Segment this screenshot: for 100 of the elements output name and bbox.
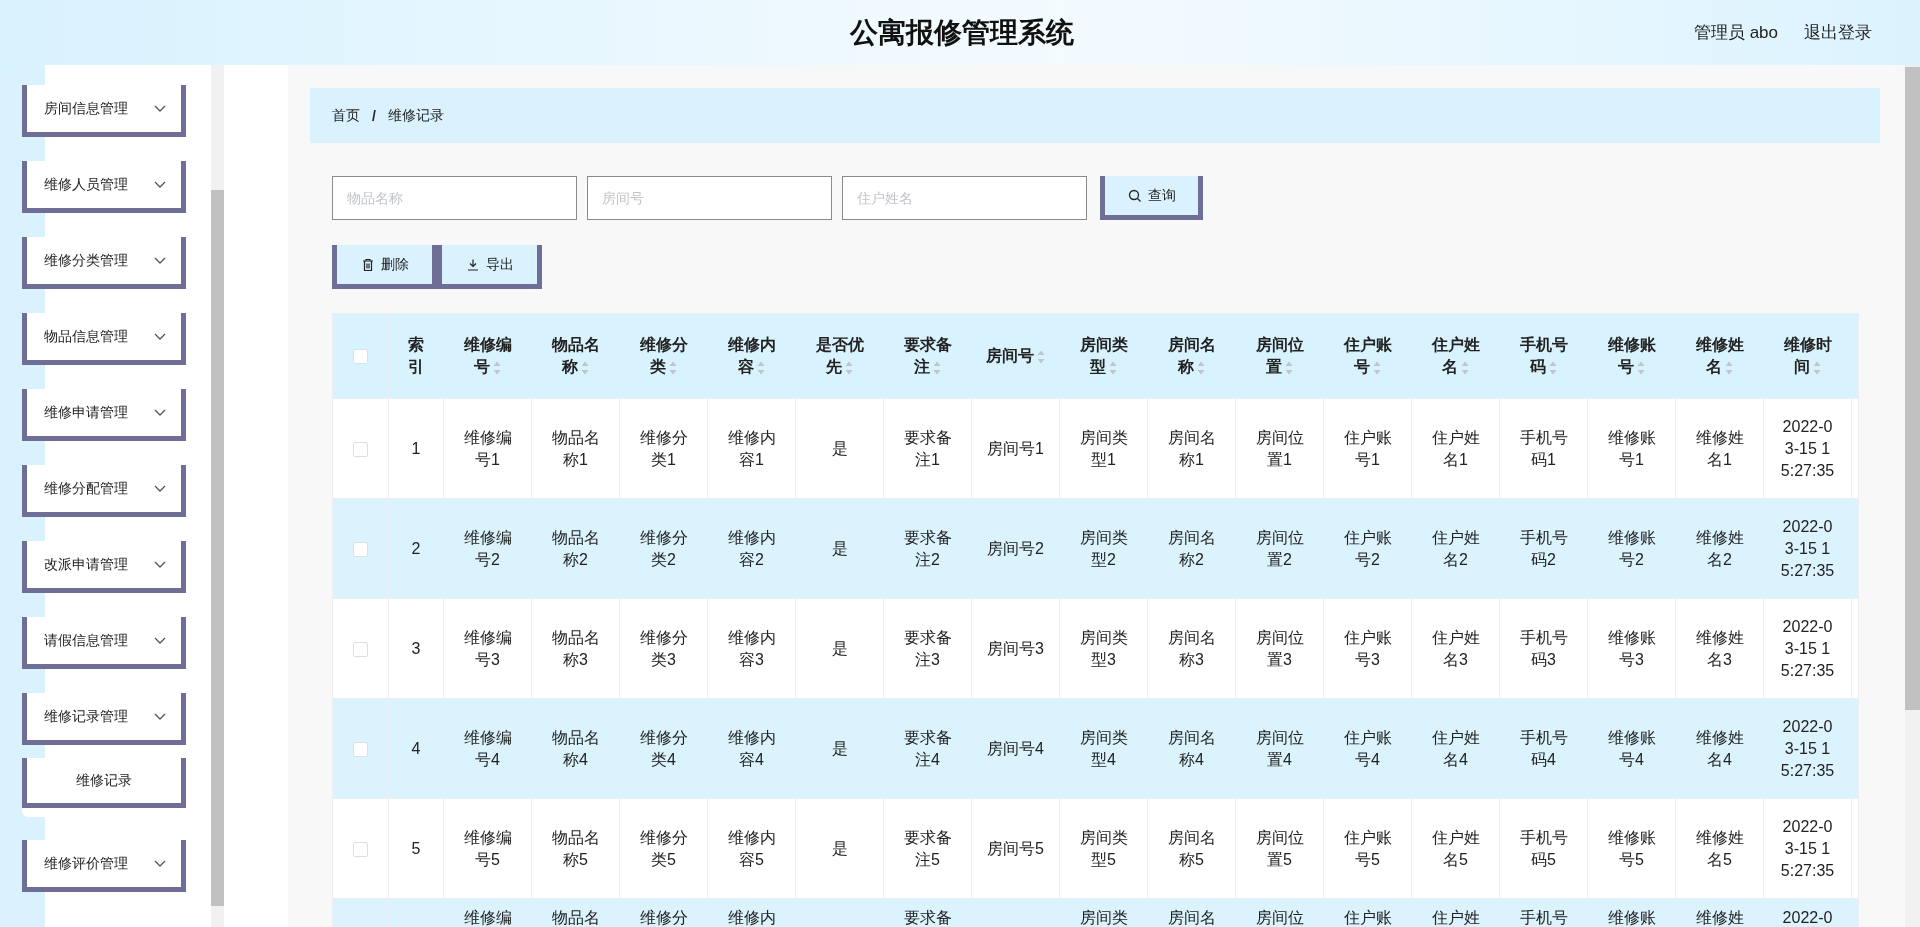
table-cell: 房间名称5 [1147, 798, 1236, 899]
table-cell: 维修账号4 [1587, 698, 1676, 799]
table-cell: 房间类型3 [1059, 598, 1148, 699]
table-cell: 住户账号1 [1323, 398, 1412, 499]
search-field[interactable]: 房间号 [587, 176, 832, 220]
table-cell: 住户姓名3 [1411, 598, 1500, 699]
checkbox[interactable] [353, 441, 368, 457]
table-cell: 房间号3 [971, 598, 1060, 699]
table-cell: 维修编 [443, 898, 532, 927]
table-cell: 维修编号5 [443, 798, 532, 899]
export-button[interactable]: 导出 [437, 245, 542, 289]
submenu-item[interactable]: 维修记录 [22, 758, 186, 808]
column-header[interactable]: 物品名称 [531, 313, 620, 399]
column-header[interactable]: 维修分类 [619, 313, 708, 399]
table-cell: 维修账号1 [1587, 398, 1676, 499]
menu-item[interactable]: 维修记录管理 [22, 693, 186, 745]
table-cell: 房间类型1 [1059, 398, 1148, 499]
table-cell: 5 [388, 798, 444, 899]
column-header[interactable]: 维修账号 [1587, 313, 1676, 399]
column-header[interactable]: 要求备注 [883, 313, 972, 399]
column-header[interactable]: 房间类型 [1059, 313, 1148, 399]
sort-icon [1037, 349, 1045, 364]
column-header[interactable]: 住户姓名 [1411, 313, 1500, 399]
sort-icon [1637, 360, 1645, 375]
table-cell: 2022-03-15 15:27:35 [1763, 698, 1852, 799]
search-field[interactable]: 物品名称 [332, 176, 577, 220]
table-cell: 房间类型2 [1059, 498, 1148, 599]
menu-item[interactable]: 维修人员管理 [22, 161, 186, 213]
table-cell: 住户姓名5 [1411, 798, 1500, 899]
search-button[interactable]: 查询 [1100, 176, 1203, 220]
scrollbar[interactable] [1905, 65, 1920, 927]
table-cell: 房间位置2 [1235, 498, 1324, 599]
logout-link[interactable]: 退出登录 [1804, 21, 1872, 44]
sort-icon [493, 360, 501, 375]
table-cell: 要求备注5 [883, 798, 972, 899]
table-cell: 物品名称3 [531, 598, 620, 699]
sort-icon [1725, 360, 1733, 375]
table-cell: 房间类 [1059, 898, 1148, 927]
table-cell: 是 [795, 398, 884, 499]
trash-icon [360, 257, 375, 272]
table-cell: 维修分类1 [619, 398, 708, 499]
table-cell: 维修账 [1587, 898, 1676, 927]
menu-item[interactable]: 维修评价管理 [22, 840, 186, 892]
table-cell: 维修内容4 [707, 698, 796, 799]
scrollbar[interactable] [211, 65, 224, 927]
column-header[interactable]: 是否优先 [795, 313, 884, 399]
table-cell: 房间位 [1235, 898, 1324, 927]
delete-button[interactable]: 删除 [332, 245, 437, 289]
menu-item[interactable]: 房间信息管理 [22, 85, 186, 137]
sort-icon [933, 360, 941, 375]
table-cell: 房间名 [1147, 898, 1236, 927]
table-cell: 房间位置1 [1235, 398, 1324, 499]
menu-item[interactable]: 维修申请管理 [22, 389, 186, 441]
checkbox[interactable] [353, 641, 368, 657]
table-cell: 房间类型5 [1059, 798, 1148, 899]
table-cell: 维修姓 [1675, 898, 1764, 927]
table-cell: 维修编号3 [443, 598, 532, 699]
menu-item[interactable]: 改派申请管理 [22, 541, 186, 593]
table-cell: 维修内容3 [707, 598, 796, 699]
sort-icon [581, 360, 589, 375]
table-cell: 2022-03-15 15:27:35 [1763, 398, 1852, 499]
table-cell: 物品名称1 [531, 398, 620, 499]
column-header[interactable]: 手机号码 [1499, 313, 1588, 399]
table-cell: 物品名称5 [531, 798, 620, 899]
table-cell: 物品名称4 [531, 698, 620, 799]
table-cell: 房间名称4 [1147, 698, 1236, 799]
menu-item[interactable]: 请假信息管理 [22, 617, 186, 669]
search-field[interactable]: 住户姓名 [842, 176, 1087, 220]
sort-icon [1197, 360, 1205, 375]
sort-icon [1461, 360, 1469, 375]
checkbox[interactable] [353, 841, 368, 857]
column-header[interactable]: 维修时间 [1763, 313, 1852, 399]
checkbox[interactable] [353, 741, 368, 757]
column-header[interactable]: 维修编号 [443, 313, 532, 399]
checkbox[interactable] [353, 349, 368, 365]
table-cell: 房间名称3 [1147, 598, 1236, 699]
table-cell: 2 [388, 498, 444, 599]
column-header[interactable]: 住户账号 [1323, 313, 1412, 399]
column-header[interactable]: 维修内容 [707, 313, 796, 399]
column-header[interactable]: 房间号 [971, 313, 1060, 399]
table-cell: 维修编号1 [443, 398, 532, 499]
column-header[interactable]: 维修姓名 [1675, 313, 1764, 399]
download-icon [465, 257, 480, 272]
breadcrumb-link[interactable]: 首页 [332, 106, 360, 125]
table-cell: 4 [388, 698, 444, 799]
column-header[interactable]: 房间名称 [1147, 313, 1236, 399]
sort-icon [669, 360, 677, 375]
menu-item[interactable]: 维修分配管理 [22, 465, 186, 517]
table-cell: 物品名 [531, 898, 620, 927]
menu-item[interactable]: 维修分类管理 [22, 237, 186, 289]
table-cell: 维修分类3 [619, 598, 708, 699]
menu-item[interactable]: 物品信息管理 [22, 313, 186, 365]
table-cell: 房间号4 [971, 698, 1060, 799]
table-cell: 手机号码4 [1499, 698, 1588, 799]
table-cell: 2022-0 [1763, 898, 1852, 927]
column-header[interactable]: 房间位置 [1235, 313, 1324, 399]
checkbox[interactable] [353, 541, 368, 557]
table-cell: 维修内容1 [707, 398, 796, 499]
table-cell: 房间号2 [971, 498, 1060, 599]
table-cell: 住户账号4 [1323, 698, 1412, 799]
